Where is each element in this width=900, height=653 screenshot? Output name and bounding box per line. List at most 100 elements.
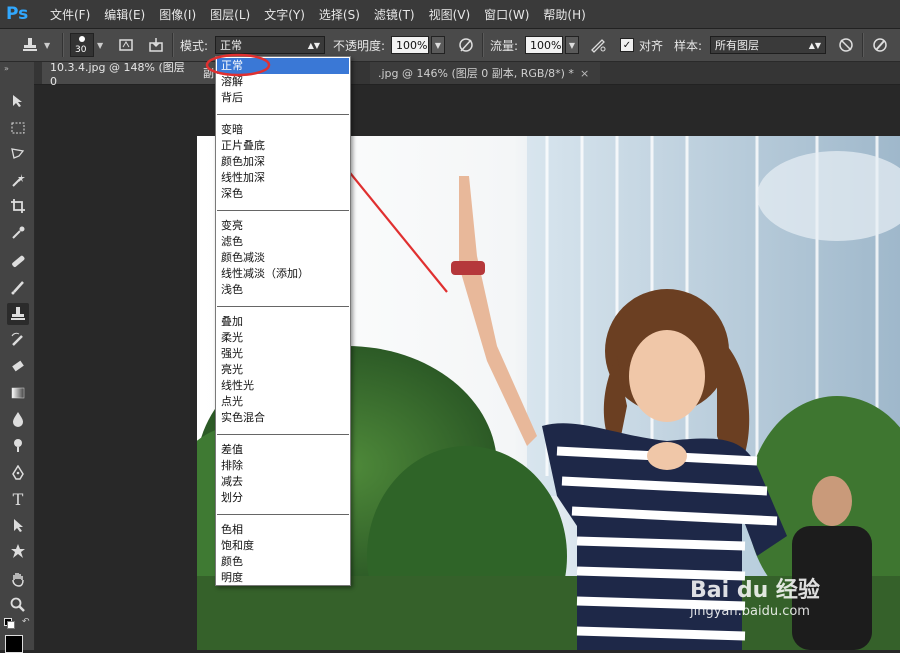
blend-option-saturation[interactable]: 饱和度	[217, 538, 349, 554]
blend-option-vivid-light[interactable]: 亮光	[217, 362, 349, 378]
menu-type[interactable]: 文字(Y)	[264, 6, 305, 23]
dropdown-divider	[217, 210, 349, 211]
brush-tool-icon[interactable]	[7, 276, 29, 298]
magic-wand-tool-icon[interactable]	[7, 169, 29, 191]
watermark-logo-text: Bai du 经验	[690, 578, 820, 603]
crop-tool-icon[interactable]	[7, 195, 29, 217]
blend-option-dissolve[interactable]: 溶解	[217, 74, 349, 90]
eyedropper-tool-icon[interactable]	[7, 222, 29, 244]
menu-file[interactable]: 文件(F)	[50, 6, 90, 23]
blend-option-overlay[interactable]: 叠加	[217, 314, 349, 330]
blend-option-linear-light[interactable]: 线性光	[217, 378, 349, 394]
swap-colors-icon[interactable]: ↶	[22, 617, 30, 627]
blend-option-lighten[interactable]: 变亮	[217, 218, 349, 234]
blend-option-linear-burn[interactable]: 线性加深	[217, 170, 349, 186]
blend-option-luminosity[interactable]: 明度	[217, 570, 349, 586]
blend-option-screen[interactable]: 滤色	[217, 234, 349, 250]
gradient-tool-icon[interactable]	[7, 382, 29, 404]
pressure-opacity-icon[interactable]	[456, 35, 476, 55]
blend-option-divide[interactable]: 划分	[217, 490, 349, 506]
mode-select[interactable]: 正常 ▲▼	[215, 36, 325, 54]
mode-select-value: 正常	[220, 39, 242, 52]
menu-image[interactable]: 图像(I)	[159, 6, 196, 23]
document-tab-1[interactable]: 10.3.4.jpg @ 148% (图层 0 副	[42, 61, 222, 88]
flow-label: 流量:	[490, 38, 519, 53]
blend-mode-dropdown: 正常 溶解 背后 变暗 正片叠底 颜色加深 线性加深 深色 变亮 滤色 颜色减淡…	[215, 56, 351, 586]
brush-dropdown-arrow-icon[interactable]: ▼	[97, 41, 103, 50]
blend-option-darker-color[interactable]: 深色	[217, 186, 349, 202]
clone-stamp-tool-icon[interactable]	[7, 303, 29, 325]
blend-option-darken[interactable]: 变暗	[217, 122, 349, 138]
blend-option-difference[interactable]: 差值	[217, 442, 349, 458]
blend-option-hue[interactable]: 色相	[217, 522, 349, 538]
mode-label: 模式:	[180, 38, 209, 53]
brush-size-value: 30	[75, 45, 87, 55]
close-icon[interactable]: ×	[580, 67, 589, 80]
lasso-tool-icon[interactable]	[7, 143, 29, 165]
pen-tool-icon[interactable]	[7, 462, 29, 484]
blend-option-linear-dodge[interactable]: 线性减淡（添加）	[217, 266, 349, 282]
menu-window[interactable]: 窗口(W)	[484, 6, 529, 23]
toolbox-collapse-icon[interactable]: »	[4, 64, 9, 73]
pressure-size-icon[interactable]	[870, 35, 890, 55]
blend-option-multiply[interactable]: 正片叠底	[217, 138, 349, 154]
marquee-tool-icon[interactable]	[7, 117, 29, 139]
clone-stamp-tool-icon[interactable]	[20, 35, 40, 55]
menu-select[interactable]: 选择(S)	[319, 6, 360, 23]
healing-brush-tool-icon[interactable]	[7, 250, 29, 272]
blend-option-color-burn[interactable]: 颜色加深	[217, 154, 349, 170]
blend-option-behind[interactable]: 背后	[217, 90, 349, 106]
opacity-dropdown-arrow-icon[interactable]: ▼	[431, 36, 445, 54]
brush-panel-toggle-icon[interactable]	[116, 35, 136, 55]
blend-option-color[interactable]: 颜色	[217, 554, 349, 570]
type-tool-glyph: T	[12, 489, 24, 509]
history-brush-tool-icon[interactable]	[7, 329, 29, 351]
dodge-tool-icon[interactable]	[7, 434, 29, 456]
move-tool-icon[interactable]	[7, 90, 29, 112]
airbrush-icon[interactable]	[588, 35, 608, 55]
blur-tool-icon[interactable]	[7, 408, 29, 430]
clone-source-panel-icon[interactable]	[146, 35, 166, 55]
zoom-tool-icon[interactable]	[7, 594, 29, 616]
tool-preset-arrow-icon[interactable]: ▼	[44, 41, 50, 50]
blend-option-lighter-color[interactable]: 浅色	[217, 282, 349, 298]
ignore-adjustment-layers-icon[interactable]	[836, 35, 856, 55]
hand-tool-icon[interactable]	[7, 568, 29, 590]
baidu-watermark: Bai du 经验 jingyan.baidu.com	[690, 572, 820, 619]
document-tab-2[interactable]: .jpg @ 146% (图层 0 副本, RGB/8*) * ×	[370, 62, 600, 84]
menu-layer[interactable]: 图层(L)	[210, 6, 250, 23]
brush-dot-icon	[79, 36, 85, 42]
document-tab-bar: 10.3.4.jpg @ 148% (图层 0 副 .jpg @ 146% (图…	[34, 61, 900, 88]
sample-select-arrow-icon: ▲▼	[808, 40, 821, 50]
blend-option-hard-light[interactable]: 强光	[217, 346, 349, 362]
blend-option-soft-light[interactable]: 柔光	[217, 330, 349, 346]
sample-select[interactable]: 所有图层 ▲▼	[710, 36, 826, 54]
mode-select-arrow-icon: ▲▼	[307, 40, 320, 50]
blend-option-exclusion[interactable]: 排除	[217, 458, 349, 474]
align-label: 对齐	[639, 38, 664, 53]
toolbox: » T ↶	[0, 62, 35, 653]
blend-option-normal[interactable]: 正常	[217, 58, 349, 74]
opacity-input[interactable]: 100%	[391, 36, 429, 54]
flow-input[interactable]: 100%	[525, 36, 563, 54]
menu-view[interactable]: 视图(V)	[429, 6, 471, 23]
blend-option-color-dodge[interactable]: 颜色减淡	[217, 250, 349, 266]
flow-dropdown-arrow-icon[interactable]: ▼	[565, 36, 579, 54]
shape-tool-icon[interactable]	[7, 540, 29, 562]
foreground-color-swatch[interactable]	[5, 635, 23, 653]
menu-help[interactable]: 帮助(H)	[543, 6, 585, 23]
menu-edit[interactable]: 编辑(E)	[104, 6, 145, 23]
default-colors-icon[interactable]	[4, 618, 15, 629]
document-tab-1-extra: 副	[203, 67, 214, 80]
align-checkbox[interactable]: ✓	[620, 38, 634, 52]
blend-option-pin-light[interactable]: 点光	[217, 394, 349, 410]
blend-option-hard-mix[interactable]: 实色混合	[217, 410, 349, 426]
dropdown-divider	[217, 514, 349, 515]
eraser-tool-icon[interactable]	[7, 355, 29, 377]
path-selection-tool-icon[interactable]	[7, 514, 29, 536]
menu-filter[interactable]: 滤镜(T)	[374, 6, 415, 23]
blend-option-subtract[interactable]: 减去	[217, 474, 349, 490]
brush-preset-picker[interactable]: 30	[70, 33, 94, 57]
type-tool-icon[interactable]: T	[7, 488, 29, 510]
sample-select-value: 所有图层	[715, 39, 759, 52]
